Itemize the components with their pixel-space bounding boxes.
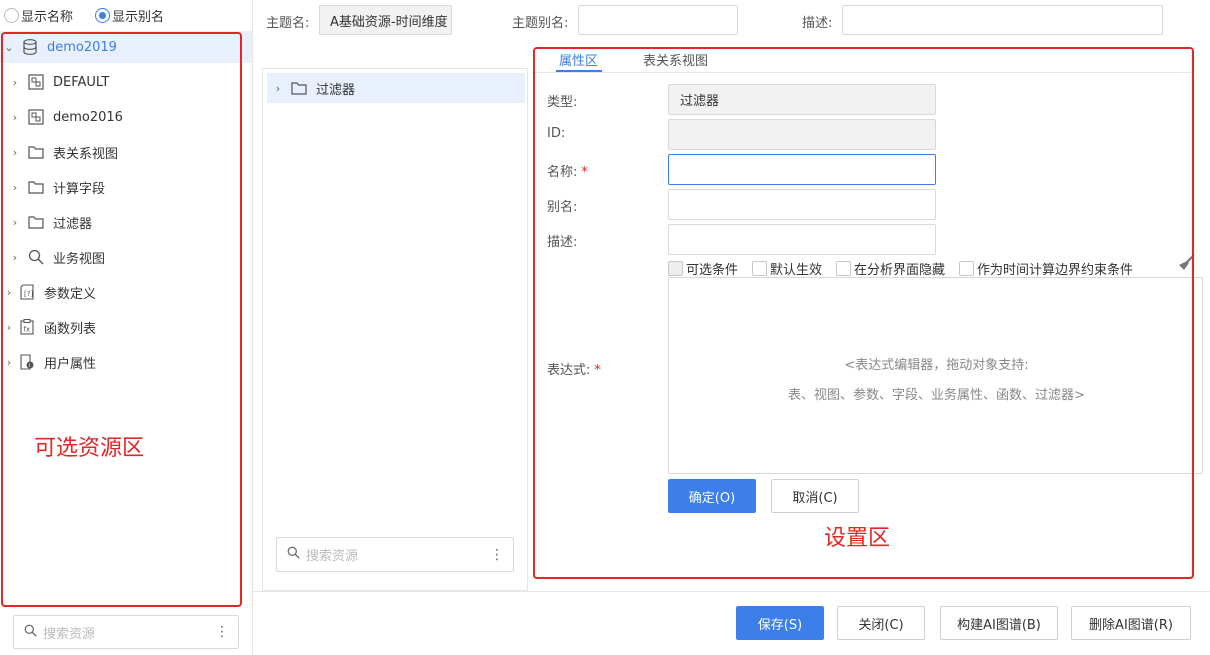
subject-name-label: 主题名: <box>266 16 310 31</box>
subject-alias-label: 主题别名: <box>512 16 569 31</box>
search-icon <box>287 546 300 563</box>
resource-search-input[interactable]: 搜索资源 ⋮ <box>13 615 239 649</box>
save-button[interactable]: 保存(S) <box>736 606 824 640</box>
chevron-right-icon[interactable]: › <box>273 82 283 95</box>
radio-show-name[interactable] <box>4 8 19 23</box>
radio-show-alias[interactable] <box>95 8 111 23</box>
settings-area-highlight <box>533 47 1194 579</box>
close-button[interactable]: 关闭(C) <box>837 606 925 640</box>
resource-area-highlight <box>1 32 242 607</box>
more-vertical-icon[interactable]: ⋮ <box>215 624 229 640</box>
radio-show-alias-label[interactable]: 显示别名 <box>112 6 164 25</box>
folder-icon <box>291 80 307 96</box>
subject-tree-panel: › 过滤器 搜索资源 ⋮ <box>262 68 528 591</box>
subject-desc-label: 描述: <box>802 16 833 31</box>
tree-node-label: 过滤器 <box>316 82 356 98</box>
subject-name-field[interactable]: A基础资源-时间维度 <box>319 5 452 35</box>
search-icon <box>24 624 37 641</box>
subject-desc-field[interactable] <box>842 5 1163 35</box>
radio-show-name-label[interactable]: 显示名称 <box>21 6 73 25</box>
search-placeholder: 搜索资源 <box>43 626 96 642</box>
tree-node-filter[interactable]: › 过滤器 <box>267 73 525 103</box>
subject-alias-field[interactable] <box>578 5 738 35</box>
search-placeholder: 搜索资源 <box>306 549 359 564</box>
display-mode-radios: 显示名称 显示别名 <box>4 6 186 25</box>
footer-divider <box>253 591 1210 592</box>
build-ai-graph-button[interactable]: 构建AI图谱(B) <box>940 606 1058 640</box>
delete-ai-graph-button[interactable]: 删除AI图谱(R) <box>1071 606 1191 640</box>
settings-area-annotation: 设置区 <box>824 526 891 551</box>
more-vertical-icon[interactable]: ⋮ <box>490 547 504 563</box>
subject-search-input[interactable]: 搜索资源 ⋮ <box>276 537 514 572</box>
resource-area-annotation: 可选资源区 <box>34 436 145 461</box>
